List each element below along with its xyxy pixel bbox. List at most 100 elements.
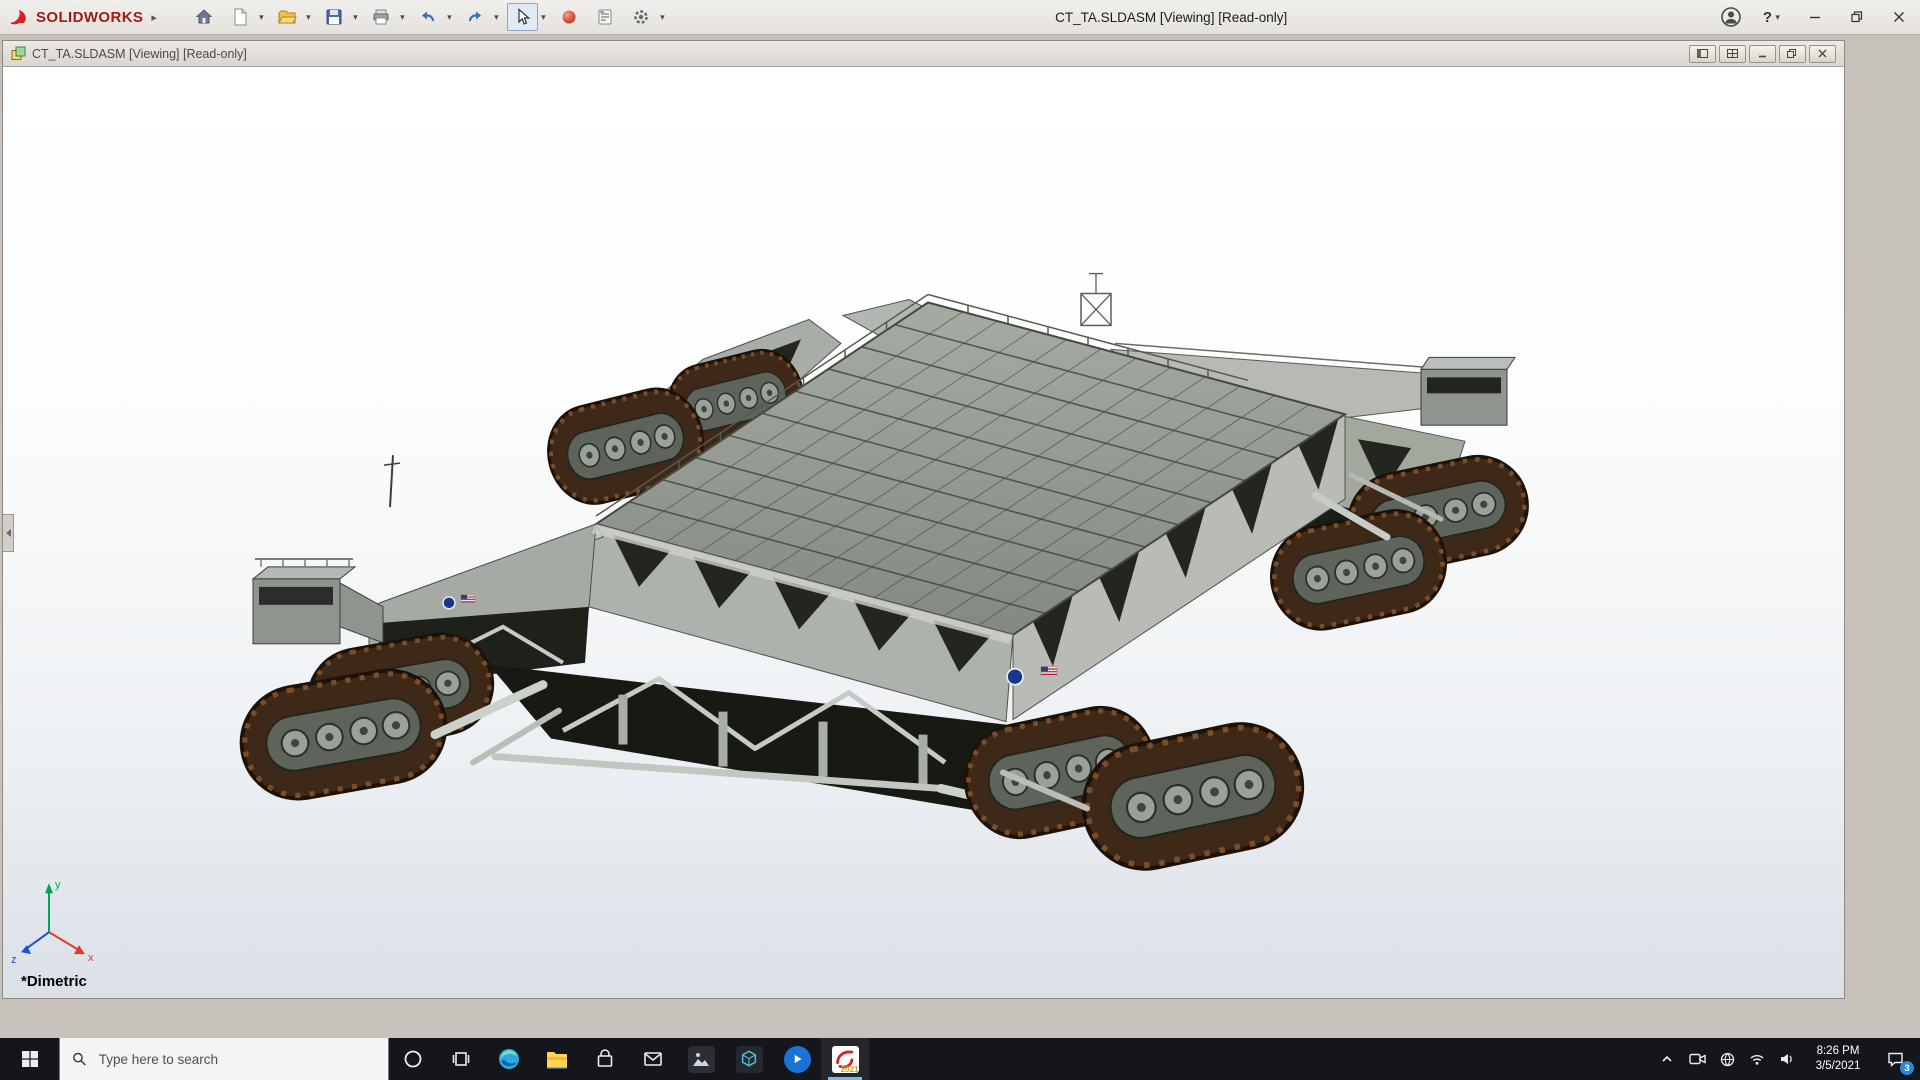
appearances-button[interactable] [554, 3, 585, 31]
file-explorer-icon [545, 1048, 569, 1070]
mail-icon [642, 1048, 664, 1070]
viewport-3d[interactable]: y x z *Dimetric [3, 68, 1844, 998]
brand-name: SOLIDWORKS [36, 9, 143, 26]
open-button[interactable] [272, 3, 303, 31]
print-button[interactable] [366, 3, 397, 31]
track-assembly-front-center [955, 698, 1313, 880]
select-cursor-icon [512, 7, 532, 27]
taskbar-clock[interactable]: 8:26 PM 3/5/2021 [1802, 1038, 1874, 1080]
tile-panes-icon [1727, 49, 1738, 58]
nasa-logo [1007, 669, 1023, 685]
new-document-button[interactable] [225, 3, 256, 31]
chevron-up-icon [1660, 1052, 1674, 1066]
print-icon [371, 7, 391, 27]
edge-icon [497, 1047, 521, 1071]
options-dropdown[interactable]: ▾ [657, 12, 668, 23]
start-button[interactable] [0, 1038, 59, 1080]
restore-doc-icon [1787, 49, 1798, 58]
home-button[interactable] [189, 3, 220, 31]
app-area: CT_TA.SLDASM [Viewing] [Read-only] [0, 36, 1920, 1038]
view-orientation-label: *Dimetric [21, 973, 87, 990]
redo-button[interactable] [460, 3, 491, 31]
clock-time: 8:26 PM [1817, 1044, 1860, 1059]
red-sphere-icon [559, 7, 579, 27]
split-pane-icon [1697, 49, 1708, 58]
mail-app-button[interactable] [629, 1038, 677, 1080]
wifi-button[interactable] [1742, 1038, 1772, 1080]
minimize-doc-icon [1757, 49, 1768, 58]
options-button[interactable] [626, 3, 657, 31]
tile-panes-button[interactable] [1719, 45, 1746, 63]
minimize-button[interactable] [1794, 0, 1836, 34]
close-doc-button[interactable] [1809, 45, 1836, 63]
properties-icon [595, 7, 615, 27]
movies-tile [784, 1046, 811, 1073]
close-button[interactable] [1878, 0, 1920, 34]
store-app-button[interactable] [581, 1038, 629, 1080]
volume-icon [1779, 1052, 1795, 1066]
notification-center-button[interactable]: 3 [1874, 1038, 1916, 1080]
select-button[interactable] [507, 3, 538, 31]
clock-date: 3/5/2021 [1816, 1059, 1861, 1074]
track-assembly-front-left [233, 626, 500, 807]
restore-button[interactable] [1836, 0, 1878, 34]
feature-manager-splitter[interactable] [3, 514, 14, 552]
triad-x-label: x [88, 952, 94, 964]
solidworks-version-badge: 2021 [841, 1065, 859, 1074]
3d-viewer-icon [739, 1049, 759, 1069]
nasa-logo [443, 597, 455, 609]
cortana-button[interactable] [389, 1038, 437, 1080]
task-view-button[interactable] [437, 1038, 485, 1080]
restore-doc-button[interactable] [1779, 45, 1806, 63]
meet-now-button[interactable] [1682, 1038, 1712, 1080]
open-folder-icon [277, 7, 297, 27]
cortana-icon [403, 1049, 423, 1069]
menu-expand-icon[interactable]: ▸ [151, 11, 157, 24]
movies-app-button[interactable] [773, 1038, 821, 1080]
user-account-button[interactable] [1710, 0, 1752, 34]
photos-tile [688, 1046, 715, 1073]
print-dropdown[interactable]: ▾ [397, 12, 408, 23]
redo-dropdown[interactable]: ▾ [491, 12, 502, 23]
split-pane-button[interactable] [1689, 45, 1716, 63]
search-box[interactable] [59, 1038, 389, 1080]
network-globe-icon [1720, 1052, 1735, 1067]
app-titlebar: SOLIDWORKS ▸ ▾ [0, 0, 1920, 35]
system-tray: 8:26 PM 3/5/2021 3 [1652, 1038, 1920, 1080]
new-document-dropdown[interactable]: ▾ [256, 12, 267, 23]
crawler-transporter-model[interactable]: y x z [3, 68, 1844, 998]
orientation-triad: y x z [11, 879, 94, 966]
help-icon: ? [1763, 9, 1772, 26]
viewer-tile [736, 1046, 763, 1073]
camera-icon [1689, 1052, 1706, 1066]
solidworks-app-button[interactable]: 2021 [821, 1038, 869, 1080]
viewer-app-button[interactable] [725, 1038, 773, 1080]
task-view-icon [451, 1050, 471, 1068]
select-dropdown[interactable]: ▾ [538, 12, 549, 23]
search-input[interactable] [97, 1051, 376, 1068]
save-dropdown[interactable]: ▾ [350, 12, 361, 23]
volume-button[interactable] [1772, 1038, 1802, 1080]
close-icon [1893, 11, 1905, 23]
file-explorer-app-button[interactable] [533, 1038, 581, 1080]
notification-badge: 3 [1900, 1061, 1914, 1075]
redo-icon [465, 7, 485, 27]
document-properties-button[interactable] [590, 3, 621, 31]
restore-icon [1851, 11, 1863, 23]
network-button[interactable] [1712, 1038, 1742, 1080]
document-window-controls [1689, 45, 1836, 63]
windows-start-icon [21, 1050, 39, 1068]
window-controls: ? ▾ [1710, 0, 1920, 34]
help-button[interactable]: ? ▾ [1752, 0, 1794, 34]
save-button[interactable] [319, 3, 350, 31]
hidden-icons-button[interactable] [1652, 1038, 1682, 1080]
open-dropdown[interactable]: ▾ [303, 12, 314, 23]
undo-button[interactable] [413, 3, 444, 31]
undo-icon [418, 7, 438, 27]
window-title: CT_TA.SLDASM [Viewing] [Read-only] [1055, 10, 1287, 25]
edge-app-button[interactable] [485, 1038, 533, 1080]
undo-dropdown[interactable]: ▾ [444, 12, 455, 23]
minimize-doc-button[interactable] [1749, 45, 1776, 63]
right-cab [1421, 357, 1515, 425]
photos-app-button[interactable] [677, 1038, 725, 1080]
